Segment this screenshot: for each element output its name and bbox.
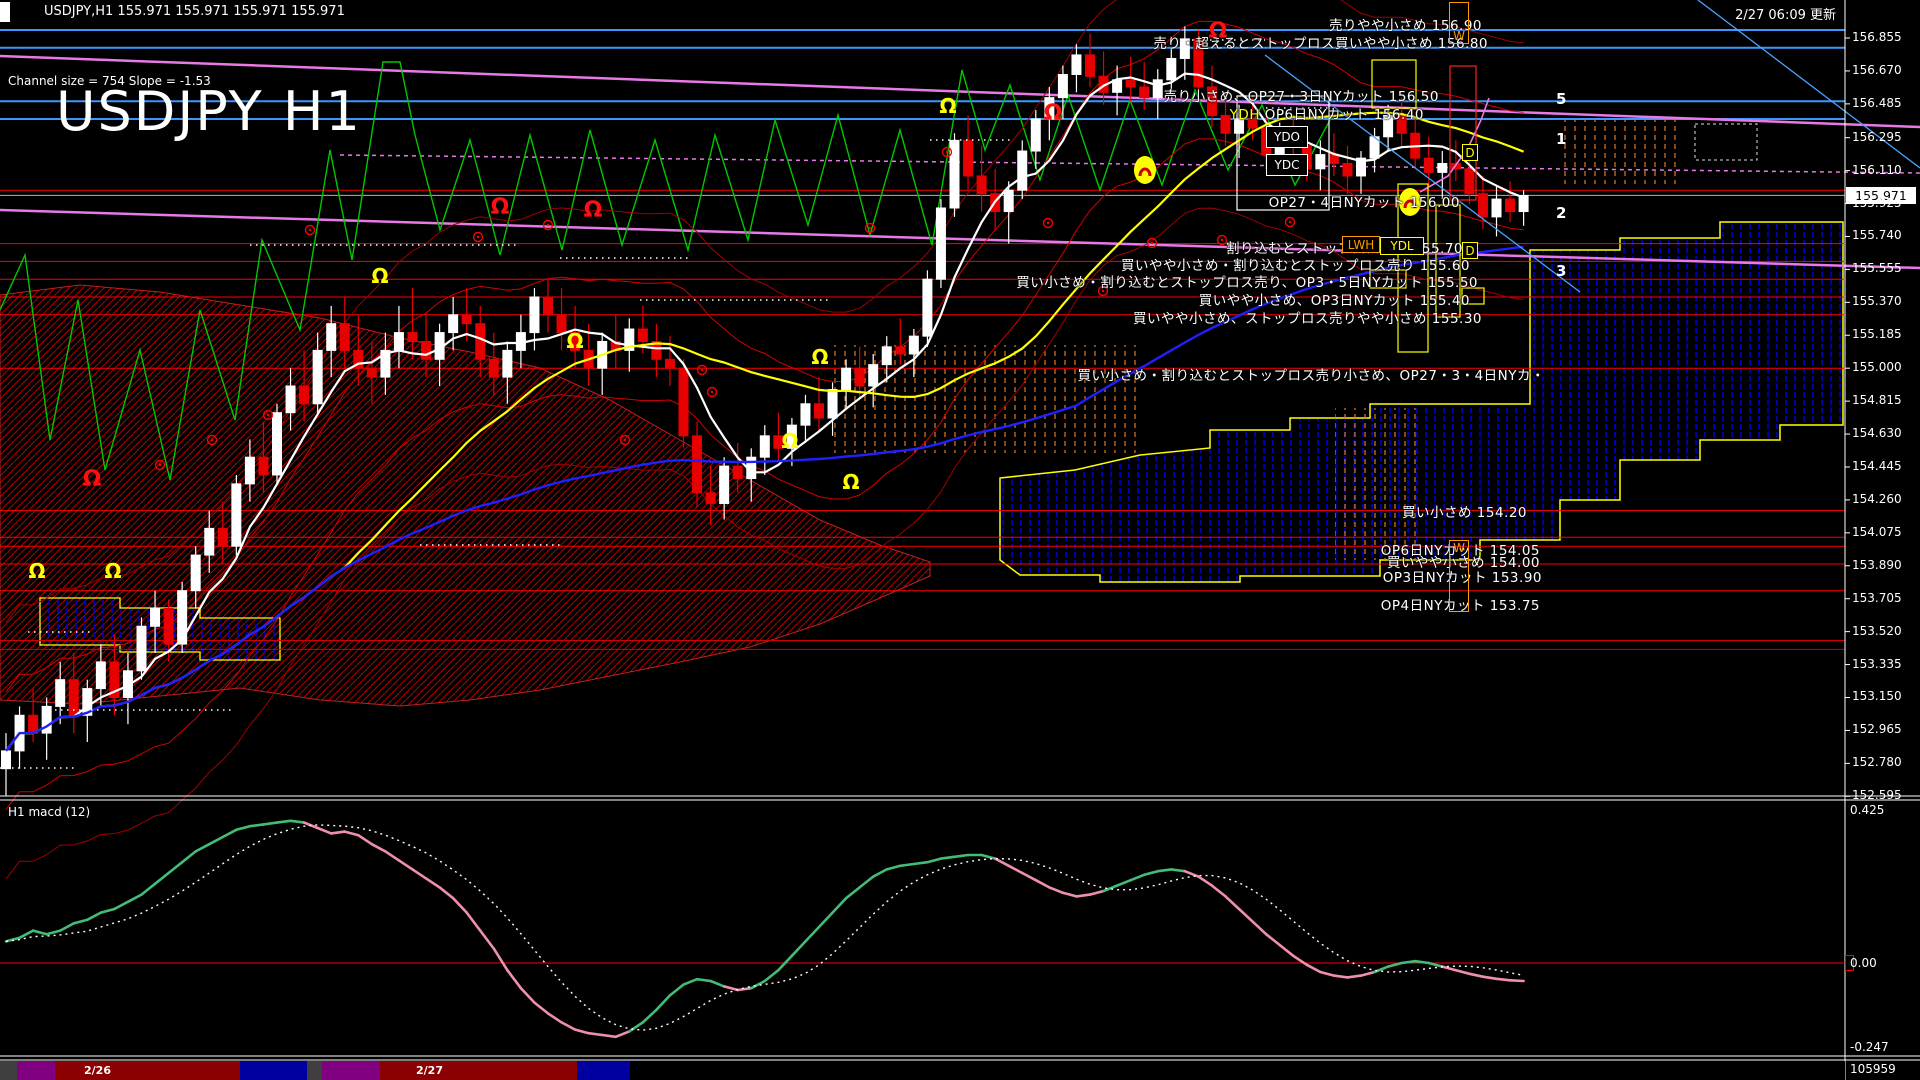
- svg-text:Ω: Ω: [842, 470, 859, 494]
- main-chart-canvas: Ω Ω Ω Ω Ω Ω Ω Ω Ω Ω Ω Ω Ω: [0, 0, 1920, 1080]
- svg-text:Ω: Ω: [28, 559, 45, 583]
- svg-text:Ω: Ω: [1044, 101, 1063, 126]
- svg-text:Ω: Ω: [83, 467, 102, 492]
- svg-text:Ω: Ω: [371, 264, 388, 288]
- svg-text:Ω: Ω: [584, 198, 603, 223]
- svg-text:Ω: Ω: [566, 329, 583, 353]
- svg-text:Ω: Ω: [939, 94, 956, 118]
- svg-text:Ω: Ω: [811, 345, 828, 369]
- mt4-chart-window: ΩΩΩΩΩΩΩΩΩΩΩΩΩ USDJPY,H1 155.971 155.971 …: [0, 0, 1920, 1080]
- svg-text:Ω: Ω: [781, 429, 798, 453]
- svg-text:Ω: Ω: [1209, 19, 1228, 44]
- svg-text:Ω: Ω: [104, 559, 121, 583]
- svg-text:Ω: Ω: [491, 195, 510, 220]
- macd-toggle-button[interactable]: macd ON: [900, 1062, 968, 1079]
